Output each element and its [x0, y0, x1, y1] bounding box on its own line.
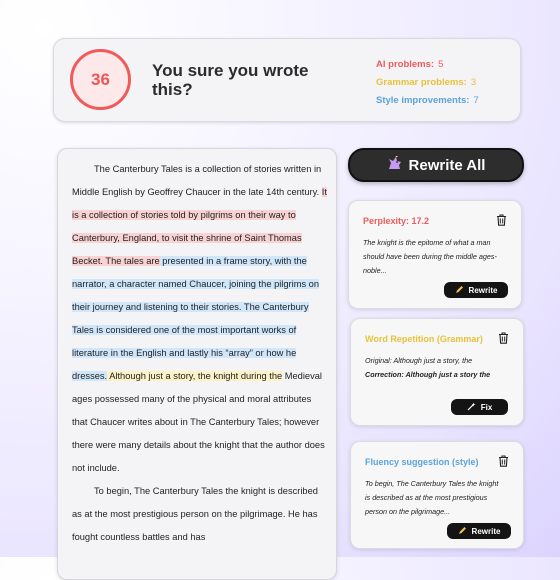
correction-line: Correction: Although just a story the — [365, 370, 491, 379]
unicorn-icon — [387, 154, 403, 174]
stat-style-improvements: Style improvements: 7 — [376, 95, 479, 106]
pencil-icon — [458, 526, 467, 537]
style-highlight[interactable]: presented in a frame story, with the nar… — [72, 256, 320, 381]
score-value: 36 — [91, 69, 110, 89]
score-card: 36 You sure you wrote this? AI problems:… — [53, 38, 521, 122]
stats-list: AI problems: 5 Grammar problems: 3 Style i… — [376, 56, 479, 110]
original-line: Original: Although just a story, the — [365, 356, 473, 365]
suggestion-title: Word Repetition (Grammar) — [365, 334, 483, 344]
suggestion-card-perplexity: Perplexity: 17.2 The knight is the epito… — [348, 200, 522, 309]
score-title: You sure you wrote this? — [152, 61, 309, 99]
grammar-highlight[interactable]: Although just a story, the knight during… — [107, 371, 283, 381]
pencil-icon — [455, 285, 464, 296]
paragraph-1: The Canterbury Tales is a collection of … — [72, 158, 328, 480]
rewrite-all-label: Rewrite All — [408, 156, 486, 174]
trash-icon[interactable] — [498, 454, 509, 472]
suggestion-title: Perplexity: 17.2 — [363, 216, 430, 226]
suggestion-title: Fluency suggestion (style) — [365, 457, 479, 467]
suggestion-card-fluency: Fluency suggestion (style) To begin, The… — [350, 441, 524, 549]
stat-grammar-problems: Grammar problems: 3 — [376, 77, 477, 88]
document-editor[interactable]: The Canterbury Tales is a collection of … — [57, 148, 337, 580]
stat-ai-problems: AI problems: 5 — [376, 59, 444, 70]
paragraph-2: To begin, The Canterbury Tales the knigh… — [72, 486, 318, 542]
trash-icon[interactable] — [496, 213, 507, 231]
rewrite-button[interactable]: Rewrite — [444, 282, 508, 298]
text-segment: Medieval ages possessed many of the phys… — [72, 371, 325, 473]
suggestion-body: To begin, The Canterbury Tales the knigh… — [365, 479, 499, 516]
suggestion-body: Original: Although just a story, the Cor… — [365, 354, 510, 382]
wand-icon — [467, 402, 476, 413]
rewrite-button[interactable]: Rewrite — [447, 523, 511, 539]
document-text[interactable]: The Canterbury Tales is a collection of … — [72, 158, 328, 549]
rewrite-all-button[interactable]: Rewrite All — [348, 148, 524, 182]
fix-button[interactable]: Fix — [451, 399, 508, 415]
trash-icon[interactable] — [498, 331, 509, 349]
score-circle: 36 — [70, 49, 131, 110]
suggestion-card-word-repetition: Word Repetition (Grammar) Original: Alth… — [350, 318, 524, 426]
text-segment: The Canterbury Tales is a collection of … — [72, 164, 322, 197]
ai-highlight[interactable]: It is a collection of stories told by pi… — [72, 187, 327, 266]
suggestion-body: The knight is the epitome of what a man … — [363, 238, 497, 275]
